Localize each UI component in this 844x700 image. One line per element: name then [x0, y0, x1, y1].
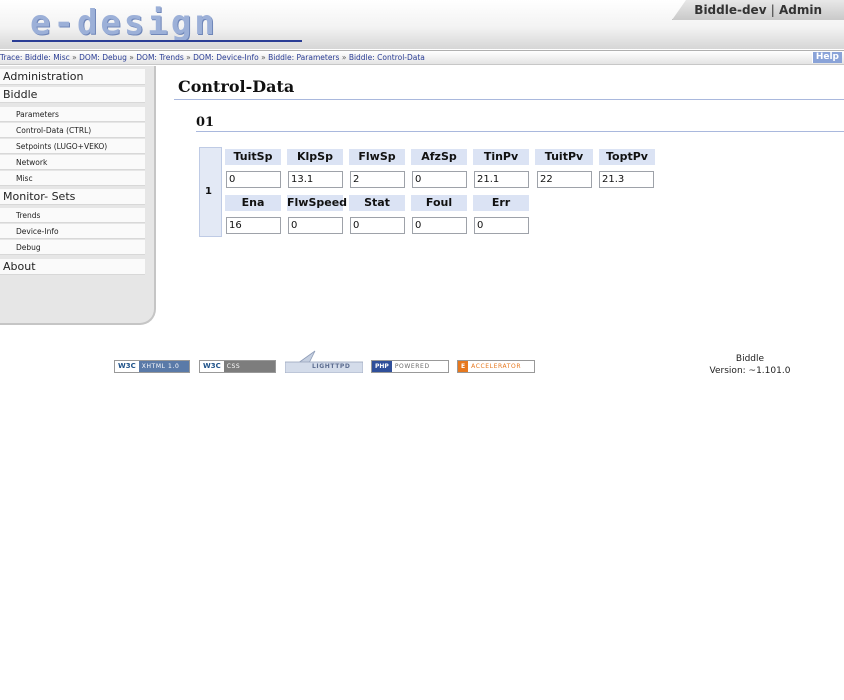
column-header-tuitsp: TuitSp: [224, 148, 282, 166]
php-powered-badge[interactable]: PHP POWERED: [371, 360, 449, 373]
trace-arrow: »: [72, 53, 77, 62]
column-header-flwsp: FlwSp: [348, 148, 406, 166]
column-header-klpsp: KlpSp: [286, 148, 344, 166]
version-info: Biddle Version: ~1.101.0: [700, 353, 800, 377]
column-header-tinpv: TinPv: [472, 148, 530, 166]
field-stat[interactable]: 0: [350, 217, 405, 234]
field-toptpv[interactable]: 21.3: [599, 171, 654, 188]
column-header-ena: Ena: [224, 194, 282, 212]
sidebar-item-biddle[interactable]: Biddle: [0, 87, 145, 103]
sidebar-item-network[interactable]: Network: [0, 155, 145, 170]
lighttpd-badge[interactable]: LIGHTTPD: [285, 349, 363, 373]
sidebar-item-about[interactable]: About: [0, 259, 145, 275]
field-flwsp[interactable]: 2: [350, 171, 405, 188]
sidebar-item-parameters[interactable]: Parameters: [0, 107, 145, 122]
column-header-toptpv: ToptPv: [598, 148, 656, 166]
badge-label: LIGHTTPD: [312, 363, 351, 370]
sidebar-item-device-info[interactable]: Device-Info: [0, 224, 145, 239]
sidebar-item-misc[interactable]: Misc: [0, 171, 145, 186]
sidebar: Administration Biddle Parameters Control…: [0, 66, 156, 325]
sidebar-item-setpoints[interactable]: Setpoints (LUGO+VEKO): [0, 139, 145, 154]
trace-arrow: »: [129, 53, 134, 62]
field-tinpv[interactable]: 21.1: [474, 171, 529, 188]
version-text: Version: ~1.101.0: [709, 366, 791, 376]
accelerator-badge[interactable]: E ACCELERATOR: [457, 360, 535, 373]
user-link[interactable]: Biddle-dev: [694, 3, 766, 17]
section-divider: [196, 131, 844, 132]
column-header-flwspeed: FlwSpeed: [286, 194, 347, 212]
sidebar-item-debug[interactable]: Debug: [0, 240, 145, 255]
logo-underline: [12, 40, 302, 42]
w3c-logo-icon: W3C: [115, 361, 139, 372]
field-foul[interactable]: 0: [412, 217, 467, 234]
field-ena[interactable]: 16: [226, 217, 281, 234]
trace-item-device-info[interactable]: DOM: Device-Info: [193, 53, 259, 62]
badge-label: ACCELERATOR: [471, 363, 522, 370]
w3c-logo-icon: W3C: [200, 361, 224, 372]
device-number: 1: [205, 186, 212, 197]
badge-label: POWERED: [394, 363, 430, 370]
trace-item-trends[interactable]: DOM: Trends: [136, 53, 184, 62]
section-title: 01: [196, 115, 215, 130]
field-tuitpv[interactable]: 22: [537, 171, 592, 188]
admin-link[interactable]: Admin: [779, 3, 822, 17]
trace-bar: Trace: Biddle: Misc » DOM: Debug » DOM: …: [0, 50, 844, 65]
user-separator: |: [770, 3, 775, 17]
sidebar-item-trends[interactable]: Trends: [0, 208, 145, 223]
logo: e-design: [30, 3, 218, 43]
accelerator-logo-icon: E: [458, 361, 469, 372]
column-header-stat: Stat: [348, 194, 406, 212]
breadcrumb: Trace: Biddle: Misc » DOM: Debug » DOM: …: [0, 53, 425, 63]
column-header-foul: Foul: [410, 194, 468, 212]
trace-arrow: »: [186, 53, 191, 62]
trace-item-misc[interactable]: Biddle: Misc: [25, 53, 70, 62]
column-header-err: Err: [472, 194, 530, 212]
trace-arrow: »: [341, 53, 347, 62]
header: e-design Biddle-dev | Admin: [0, 0, 844, 49]
field-err[interactable]: 0: [474, 217, 529, 234]
badge-label: CSS: [226, 363, 241, 370]
field-klpsp[interactable]: 13.1: [288, 171, 343, 188]
trace-item-control-data[interactable]: Biddle: Control-Data: [349, 53, 425, 62]
title-divider: [174, 99, 844, 100]
field-tuitsp[interactable]: 0: [226, 171, 281, 188]
trace-arrow: »: [261, 53, 266, 62]
column-header-afzsp: AfzSp: [410, 148, 468, 166]
app-name: Biddle: [735, 354, 765, 364]
trace-prefix: Trace:: [0, 53, 23, 62]
page-title: Control-Data: [178, 77, 295, 96]
badge-label: XHTML 1.0: [141, 363, 180, 370]
column-header-tuitpv: TuitPv: [534, 148, 594, 166]
php-logo-icon: PHP: [372, 361, 392, 372]
w3c-css-badge[interactable]: W3C CSS: [199, 360, 276, 373]
w3c-xhtml-badge[interactable]: W3C XHTML 1.0: [114, 360, 190, 373]
field-afzsp[interactable]: 0: [412, 171, 467, 188]
user-tab: Biddle-dev | Admin: [672, 0, 844, 20]
trace-item-parameters[interactable]: Biddle: Parameters: [268, 53, 339, 62]
sidebar-item-control-data[interactable]: Control-Data (CTRL): [0, 123, 145, 138]
trace-item-debug[interactable]: DOM: Debug: [79, 53, 127, 62]
sidebar-item-monitor-sets[interactable]: Monitor- Sets: [0, 189, 145, 205]
help-button[interactable]: Help: [811, 52, 842, 63]
sidebar-item-administration[interactable]: Administration: [0, 69, 145, 85]
field-flwspeed[interactable]: 0: [288, 217, 343, 234]
